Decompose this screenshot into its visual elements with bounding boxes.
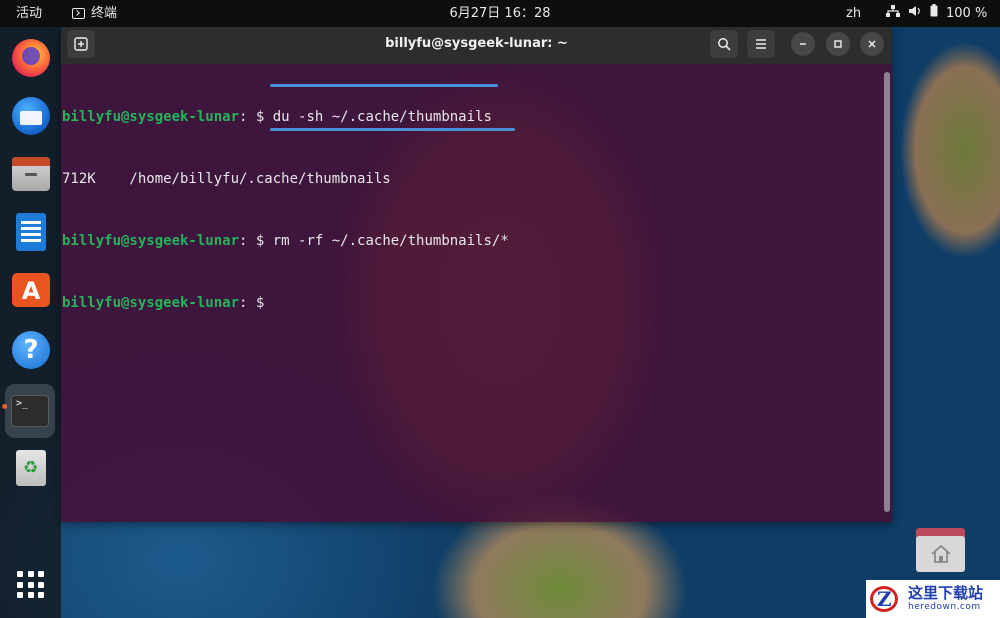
home-folder-icon[interactable] [916, 528, 965, 572]
prompt-symbol: $ [255, 232, 273, 249]
close-button[interactable] [860, 32, 884, 56]
dock: A ? >_ [0, 27, 61, 618]
network-icon [886, 0, 900, 27]
input-method-indicator[interactable]: zh [846, 0, 861, 27]
dock-files[interactable] [8, 151, 54, 197]
dock-writer[interactable] [8, 209, 54, 255]
help-icon: ? [12, 331, 50, 369]
dock-help[interactable]: ? [8, 327, 54, 373]
close-icon [868, 40, 876, 48]
terminal-window: billyfu@sysgeek-lunar: ~ billyfu@sysgeek… [61, 24, 892, 522]
menu-button[interactable] [747, 30, 775, 58]
prompt-user: billyfu@sysgeek-lunar [62, 232, 240, 249]
files-icon [12, 157, 50, 191]
command-output: 712K /home/billyfu/.cache/thumbnails [62, 170, 391, 187]
command-text: du -sh ~/.cache/thumbnails [272, 109, 492, 126]
show-apps-button[interactable] [8, 562, 54, 608]
highlight-underline [270, 128, 515, 131]
prompt-user: billyfu@sysgeek-lunar [62, 109, 240, 126]
search-icon [718, 38, 731, 51]
dock-thunderbird[interactable] [8, 93, 54, 139]
terminal-content[interactable]: billyfu@sysgeek-lunar: $ du -sh ~/.cache… [61, 64, 892, 522]
dock-trash[interactable] [8, 445, 54, 491]
new-tab-button[interactable] [67, 30, 95, 58]
trash-icon [16, 450, 46, 486]
dock-terminal[interactable]: >_ [5, 384, 55, 438]
maximize-button[interactable] [826, 32, 850, 56]
terminal-line: billyfu@sysgeek-lunar: $ [62, 293, 509, 314]
window-titlebar[interactable]: billyfu@sysgeek-lunar: ~ [61, 24, 892, 64]
scrollbar[interactable] [884, 72, 890, 512]
hamburger-menu-icon [756, 39, 766, 49]
home-icon [930, 544, 951, 563]
prompt-cwd [247, 233, 255, 249]
highlight-underline [270, 84, 498, 87]
terminal-icon: >_ [11, 395, 49, 427]
firefox-icon [12, 39, 50, 77]
prompt-user: billyfu@sysgeek-lunar [62, 294, 240, 311]
minimize-icon [800, 43, 806, 45]
battery-icon [930, 0, 938, 27]
thunderbird-icon [12, 97, 50, 135]
watermark-logo-icon: Z [870, 584, 902, 614]
terminal-line: 712K /home/billyfu/.cache/thumbnails [62, 169, 509, 190]
search-button[interactable] [710, 30, 738, 58]
new-tab-icon [74, 37, 88, 51]
watermark-text-en: heredown.com [908, 602, 981, 612]
dock-app-store[interactable]: A [8, 267, 54, 313]
volume-icon [908, 0, 922, 27]
command-text: rm -rf ~/.cache/thumbnails/* [272, 232, 509, 249]
minimize-button[interactable] [791, 32, 815, 56]
maximize-icon [834, 40, 842, 48]
system-status-area[interactable]: 100 % [886, 0, 987, 27]
top-bar: 活动 终端 6月27日 16：28 zh 100 % [0, 0, 1000, 27]
dock-firefox[interactable] [8, 35, 54, 81]
terminal-line: billyfu@sysgeek-lunar: $ du -sh ~/.cache… [62, 107, 509, 128]
app-store-icon: A [12, 273, 50, 307]
prompt-cwd [247, 295, 255, 311]
prompt-symbol: $ [255, 109, 273, 126]
terminal-output: billyfu@sysgeek-lunar: $ du -sh ~/.cache… [61, 66, 509, 354]
terminal-line: billyfu@sysgeek-lunar: $ rm -rf ~/.cache… [62, 231, 509, 252]
app-grid-icon [17, 571, 45, 599]
watermark-text-cn: 这里下载站 [908, 584, 984, 602]
watermark: Z 这里下载站 heredown.com [866, 580, 1000, 618]
prompt-symbol: $ [255, 294, 273, 311]
writer-icon [16, 213, 46, 251]
prompt-cwd [247, 109, 255, 125]
battery-percentage: 100 % [946, 6, 988, 21]
